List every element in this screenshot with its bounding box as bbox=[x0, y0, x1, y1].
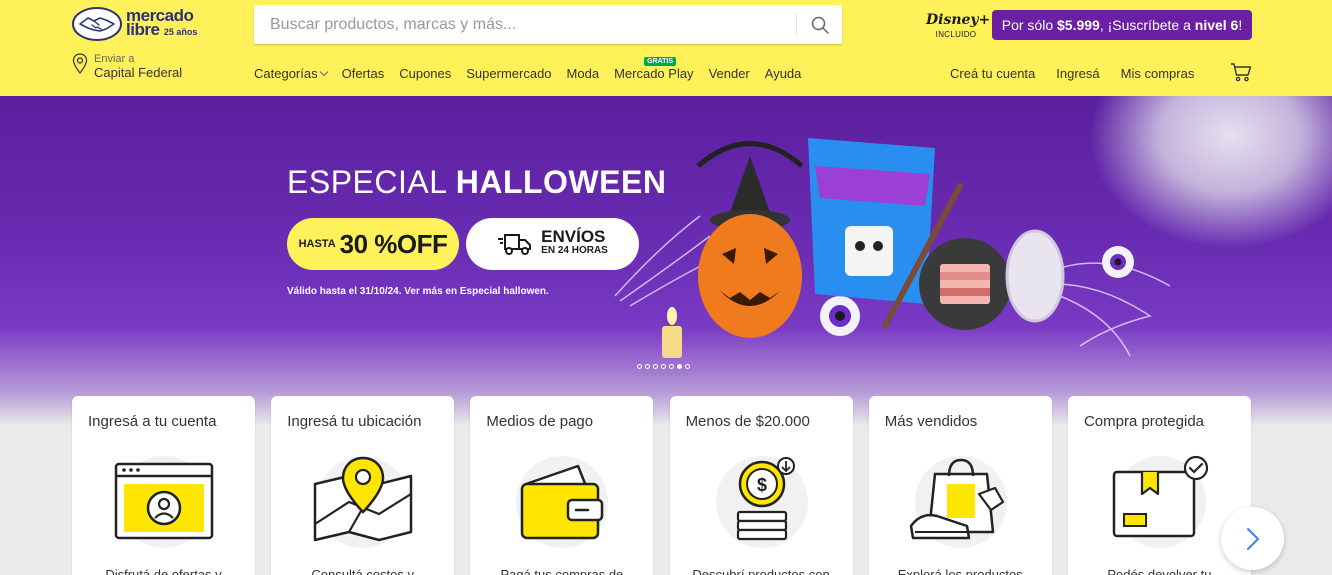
card-title: Menos de $20.000 bbox=[685, 413, 810, 430]
nav-supermercado[interactable]: Supermercado bbox=[466, 66, 551, 81]
delivery-truck-icon bbox=[498, 234, 532, 255]
cart-icon[interactable] bbox=[1230, 62, 1252, 82]
search-bar bbox=[254, 5, 842, 44]
card-description: Podés devolver tu bbox=[1107, 567, 1212, 575]
shipping-location[interactable]: Enviar a Capital Federal bbox=[72, 53, 182, 79]
card-title: Medios de pago bbox=[486, 413, 594, 430]
location-value: Capital Federal bbox=[94, 65, 183, 80]
carousel-dot[interactable] bbox=[669, 364, 674, 369]
card-description: Descubrí productos con bbox=[692, 567, 830, 575]
card-title: Compra protegida bbox=[1083, 413, 1205, 430]
login-link[interactable]: Ingresá bbox=[1056, 66, 1099, 81]
promo-price: $5.999 bbox=[1057, 17, 1100, 33]
carousel-pagination bbox=[637, 364, 693, 369]
card-title: Más vendidos bbox=[884, 413, 978, 430]
coins-icon: $ bbox=[715, 456, 808, 548]
carousel-dot[interactable] bbox=[685, 364, 690, 369]
card-description: Consultá costos y bbox=[311, 567, 414, 575]
disney-brand: Disney+ bbox=[926, 12, 991, 28]
protected-box-icon bbox=[1112, 455, 1209, 548]
card-description: Explorá los productos bbox=[897, 567, 1023, 575]
carousel-dot[interactable] bbox=[637, 364, 642, 369]
search-icon bbox=[811, 16, 829, 34]
discount-prefix: HASTA bbox=[298, 238, 336, 250]
discount-pill: HASTA 30 %OFF bbox=[287, 218, 459, 270]
card-under-20000[interactable]: Menos de $20.000 $ Descubrí productos co… bbox=[669, 396, 853, 575]
hero-note: Válido hasta el 31/10/24. Ver más en Esp… bbox=[287, 286, 549, 297]
my-purchases-link[interactable]: Mis compras bbox=[1121, 66, 1195, 81]
site-header: mercado libre 25 años Disney+ INCLUIDO P… bbox=[0, 0, 1332, 96]
feature-cards-row: Ingresá a tu cuenta Disfrutá de ofertas … bbox=[72, 396, 1267, 575]
card-payment[interactable]: Medios de pago Pagá tus compras de bbox=[470, 396, 654, 575]
map-pin-icon bbox=[313, 456, 413, 548]
user-nav: Creá tu cuenta Ingresá Mis compras bbox=[950, 66, 1215, 81]
free-badge: GRATIS bbox=[644, 57, 677, 66]
nav-label: Categorías bbox=[254, 66, 318, 81]
nav-ayuda[interactable]: Ayuda bbox=[765, 66, 802, 81]
promo-prefix: Por sólo bbox=[1001, 17, 1054, 33]
hero-carousel[interactable]: ESPECIAL HALLOWEEN HASTA 30 %OFF ENVÍOS … bbox=[0, 96, 1332, 426]
promo-level: nivel 6 bbox=[1194, 17, 1239, 33]
search-button[interactable] bbox=[798, 5, 842, 44]
nav-vender[interactable]: Vender bbox=[709, 66, 750, 81]
carousel-next-button[interactable] bbox=[1221, 507, 1284, 570]
create-account-link[interactable]: Creá tu cuenta bbox=[950, 66, 1035, 81]
nav-categorias[interactable]: Categorías bbox=[254, 66, 328, 81]
promo-middle: , ¡Suscríbete a bbox=[1099, 17, 1191, 33]
disney-tag: INCLUIDO bbox=[935, 30, 977, 39]
shopping-bag-sneaker-icon bbox=[909, 456, 1007, 548]
nav-cupones[interactable]: Cupones bbox=[399, 66, 451, 81]
main-nav: Categorías Ofertas Cupones Supermercado … bbox=[254, 57, 816, 81]
card-title: Ingresá tu ubicación bbox=[287, 413, 422, 430]
hero-title-light: ESPECIAL bbox=[287, 164, 456, 200]
card-best-sellers[interactable]: Más vendidos Explorá los productos bbox=[868, 396, 1052, 575]
carousel-dot[interactable] bbox=[645, 364, 650, 369]
card-location[interactable]: Ingresá tu ubicación Consultá costos y bbox=[271, 396, 455, 575]
chevron-down-icon bbox=[319, 67, 328, 77]
logo-text-line2: libre bbox=[126, 20, 160, 39]
card-description: Pagá tus compras de bbox=[500, 567, 624, 575]
wallet-icon bbox=[516, 456, 609, 548]
shipping-subtitle: EN 24 HORAS bbox=[541, 245, 608, 256]
location-pin-icon bbox=[72, 53, 88, 74]
nav-ofertas[interactable]: Ofertas bbox=[342, 66, 385, 81]
promo-suffix: ! bbox=[1238, 17, 1243, 33]
search-divider bbox=[796, 13, 797, 36]
mercadolibre-logo[interactable]: mercado libre 25 años bbox=[72, 6, 212, 42]
carousel-dot[interactable] bbox=[661, 364, 666, 369]
card-description: Disfrutá de ofertas y bbox=[105, 567, 222, 575]
discount-value: 30 %OFF bbox=[339, 228, 448, 259]
search-input[interactable] bbox=[254, 5, 794, 44]
card-title: Ingresá a tu cuenta bbox=[88, 413, 217, 430]
nav-mercado-play[interactable]: GRATIS Mercado Play bbox=[614, 57, 694, 81]
subscription-promo-banner[interactable]: Por sólo $5.999, ¡Suscríbete a nivel 6! bbox=[992, 10, 1252, 40]
handshake-logo-icon bbox=[72, 7, 122, 41]
svg-text:$: $ bbox=[757, 475, 767, 495]
disney-plus-badge[interactable]: Disney+ INCLUIDO bbox=[926, 10, 991, 46]
browser-user-icon bbox=[114, 456, 214, 548]
nav-moda[interactable]: Moda bbox=[567, 66, 600, 81]
nav-label: Mercado Play bbox=[614, 66, 694, 81]
halloween-products-illustration bbox=[614, 138, 1171, 358]
shipping-title: ENVÍOS bbox=[541, 227, 606, 246]
logo-anniversary: 25 años bbox=[163, 27, 198, 37]
chevron-right-icon bbox=[1246, 527, 1259, 550]
card-login[interactable]: Ingresá a tu cuenta Disfrutá de ofertas … bbox=[72, 396, 255, 575]
carousel-dot[interactable] bbox=[653, 364, 658, 369]
carousel-dot-active[interactable] bbox=[677, 364, 682, 369]
